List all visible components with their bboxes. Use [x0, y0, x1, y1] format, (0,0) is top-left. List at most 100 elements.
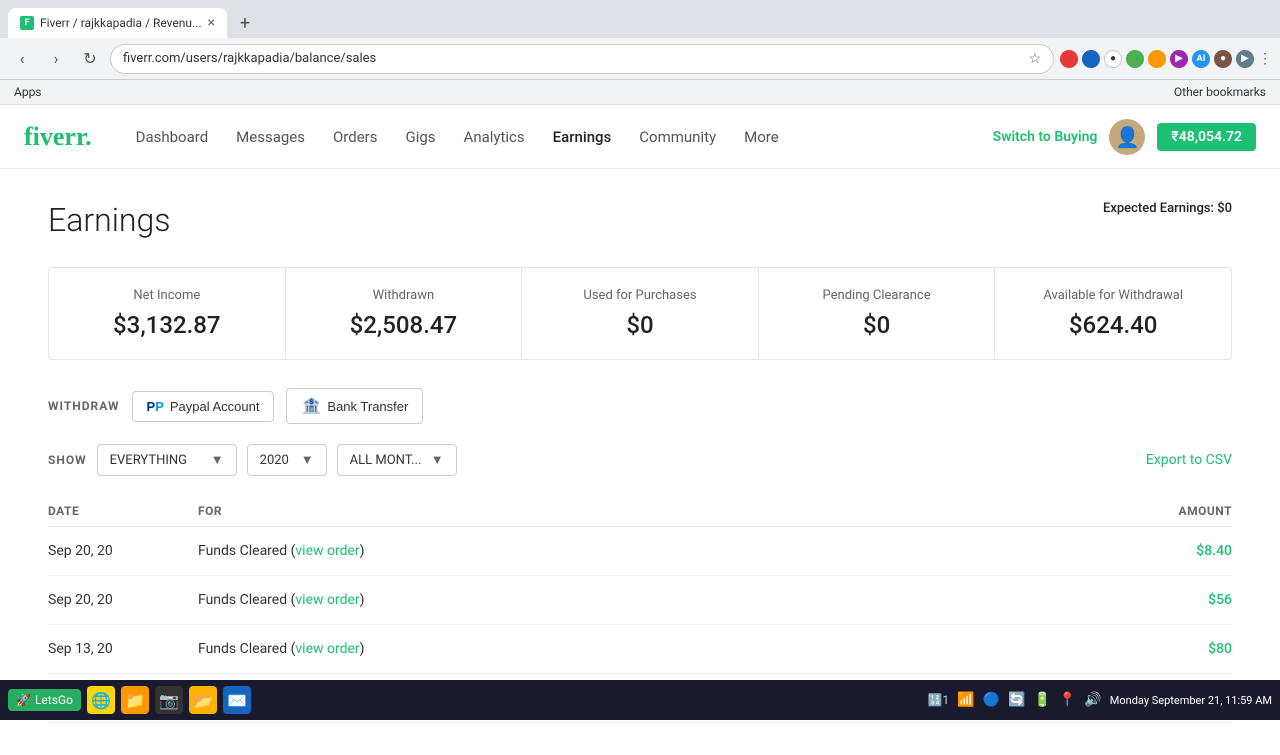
col-amount: AMOUNT: [1112, 504, 1232, 518]
filter-year-dropdown[interactable]: 2020 ▼: [247, 444, 327, 476]
user-avatar[interactable]: 👤: [1109, 119, 1145, 155]
cell-date: Sep 13, 20: [48, 641, 198, 657]
view-order-link[interactable]: view order: [295, 592, 359, 608]
tab-close-button[interactable]: ×: [208, 15, 215, 31]
browser-action-icons: ● ▶ AI ● ▶ ⋮: [1060, 50, 1272, 68]
taskbar-files[interactable]: 📁: [121, 686, 149, 714]
cell-amount: $80: [1112, 641, 1232, 657]
filter-month-value: ALL MONT...: [350, 453, 422, 468]
taskbar-volume-icon[interactable]: 🔊: [1084, 692, 1101, 708]
taskbar-location-icon[interactable]: 📍: [1059, 692, 1076, 708]
bookmarks-bar: Apps Other bookmarks: [0, 80, 1280, 105]
table-row: Sep 20, 20 Funds Cleared (view order) $5…: [48, 576, 1232, 625]
nav-messages[interactable]: Messages: [224, 120, 317, 154]
show-section: SHOW EVERYTHING ▼ 2020 ▼ ALL MONT... ▼ E…: [48, 444, 1232, 476]
stats-row: Net Income $3,132.87 Withdrawn $2,508.47…: [48, 267, 1232, 360]
tab-favicon: F: [20, 16, 34, 30]
balance-badge[interactable]: ₹48,054.72: [1157, 123, 1256, 151]
stat-purchases-label: Used for Purchases: [546, 288, 734, 303]
paypal-icon: PP: [147, 399, 164, 414]
nav-analytics[interactable]: Analytics: [452, 120, 537, 154]
table-header: DATE FOR AMOUNT: [48, 496, 1232, 527]
dropdown-arrow-3: ▼: [431, 452, 444, 468]
stat-available-value: $624.40: [1019, 311, 1207, 339]
nav-dashboard[interactable]: Dashboard: [124, 120, 221, 154]
col-date: DATE: [48, 504, 198, 518]
page-title: Earnings: [48, 201, 171, 239]
stat-purchases-value: $0: [546, 311, 734, 339]
bank-withdraw-button[interactable]: 🏦 Bank Transfer: [286, 388, 423, 424]
ext-icon-brown[interactable]: ●: [1214, 50, 1232, 68]
taskbar-folder[interactable]: 📂: [189, 686, 217, 714]
dropdown-arrow-1: ▼: [211, 452, 224, 468]
nav-community[interactable]: Community: [627, 120, 728, 154]
browser-chrome: F Fiverr / rajkkapadia / Revenu... × + ‹…: [0, 0, 1280, 105]
stat-pending-label: Pending Clearance: [783, 288, 971, 303]
taskbar-sync-icon[interactable]: 🔄: [1008, 692, 1025, 708]
cell-date: Sep 20, 20: [48, 592, 198, 608]
ext-icon-green[interactable]: [1126, 50, 1144, 68]
fiverr-app: fiverr. Dashboard Messages Orders Gigs A…: [0, 105, 1280, 755]
ext-icon-orange[interactable]: [1148, 50, 1166, 68]
main-nav: Dashboard Messages Orders Gigs Analytics…: [124, 120, 993, 154]
cell-amount: $56: [1112, 592, 1232, 608]
stat-withdrawn-value: $2,508.47: [310, 311, 498, 339]
export-csv-button[interactable]: Export to CSV: [1146, 452, 1232, 468]
taskbar-chrome[interactable]: 🌐: [87, 686, 115, 714]
nav-orders[interactable]: Orders: [321, 120, 390, 154]
address-bar[interactable]: fiverr.com/users/rajkkapadia/balance/sal…: [110, 44, 1054, 74]
address-text: fiverr.com/users/rajkkapadia/balance/sal…: [123, 51, 1020, 66]
taskbar-system: 🔢1 📶 🔵 🔄 🔋 📍 🔊 Monday September 21, 11:5…: [927, 692, 1272, 708]
ext-icon-blue[interactable]: [1082, 50, 1100, 68]
ext-icon-purple[interactable]: ▶: [1170, 50, 1188, 68]
taskbar: 🚀 LetsGo 🌐 📁 📷 📂 ✉️ 🔢1 📶 🔵 🔄 🔋 📍 🔊 Monda…: [0, 680, 1280, 720]
nav-more[interactable]: More: [732, 120, 791, 154]
new-tab-button[interactable]: +: [231, 9, 259, 37]
withdraw-section: WITHDRAW PP Paypal Account 🏦 Bank Transf…: [48, 388, 1232, 424]
ext-icon-circle[interactable]: ●: [1104, 50, 1122, 68]
filter-everything-dropdown[interactable]: EVERYTHING ▼: [97, 444, 237, 476]
ext-icon-gray[interactable]: ▶: [1236, 50, 1254, 68]
stat-net-income-label: Net Income: [73, 288, 261, 303]
taskbar-battery-icon[interactable]: 🔋: [1033, 692, 1050, 708]
forward-button[interactable]: ›: [42, 45, 70, 73]
stat-pending: Pending Clearance $0: [759, 268, 996, 359]
ext-icon-red[interactable]: [1060, 50, 1078, 68]
taskbar-mail[interactable]: ✉️: [223, 686, 251, 714]
filter-month-dropdown[interactable]: ALL MONT... ▼: [337, 444, 457, 476]
taskbar-camera[interactable]: 📷: [155, 686, 183, 714]
bookmark-other[interactable]: Other bookmarks: [1168, 83, 1272, 101]
refresh-button[interactable]: ↻: [76, 45, 104, 73]
tab-title: Fiverr / rajkkapadia / Revenu...: [40, 16, 202, 30]
show-label: SHOW: [48, 453, 87, 467]
other-bookmarks-label: Other bookmarks: [1174, 85, 1266, 99]
paypal-withdraw-button[interactable]: PP Paypal Account: [132, 391, 275, 422]
header-right: Switch to Buying 👤 ₹48,054.72: [993, 119, 1256, 155]
cell-for: Funds Cleared (view order): [198, 543, 1112, 559]
start-label: LetsGo: [35, 693, 73, 707]
nav-gigs[interactable]: Gigs: [394, 120, 448, 154]
tab-bar: F Fiverr / rajkkapadia / Revenu... × +: [0, 0, 1280, 38]
table-row: Sep 20, 20 Funds Cleared (view order) $8…: [48, 527, 1232, 576]
extensions-button[interactable]: ⋮: [1258, 51, 1272, 67]
fiverr-logo[interactable]: fiverr.: [24, 122, 92, 152]
apps-label: Apps: [14, 85, 42, 99]
nav-earnings[interactable]: Earnings: [541, 120, 624, 154]
expected-earnings-value: $0: [1217, 201, 1232, 216]
start-button[interactable]: 🚀 LetsGo: [8, 689, 81, 711]
stat-pending-value: $0: [783, 311, 971, 339]
view-order-link[interactable]: view order: [295, 641, 359, 657]
ext-icon-ai[interactable]: AI: [1192, 50, 1210, 68]
withdraw-label: WITHDRAW: [48, 399, 120, 413]
switch-buying-button[interactable]: Switch to Buying: [993, 129, 1098, 145]
active-tab[interactable]: F Fiverr / rajkkapadia / Revenu... ×: [8, 8, 227, 38]
view-order-link[interactable]: view order: [295, 543, 359, 559]
dropdown-arrow-2: ▼: [301, 452, 314, 468]
bookmark-apps[interactable]: Apps: [8, 83, 48, 101]
taskbar-wifi-icon[interactable]: 📶: [957, 692, 974, 708]
taskbar-bluetooth-icon[interactable]: 🔵: [983, 692, 1000, 708]
bookmark-star[interactable]: ☆: [1028, 51, 1041, 67]
expected-earnings-label: Expected Earnings:: [1103, 201, 1214, 216]
back-button[interactable]: ‹: [8, 45, 36, 73]
stat-withdrawn: Withdrawn $2,508.47: [286, 268, 523, 359]
